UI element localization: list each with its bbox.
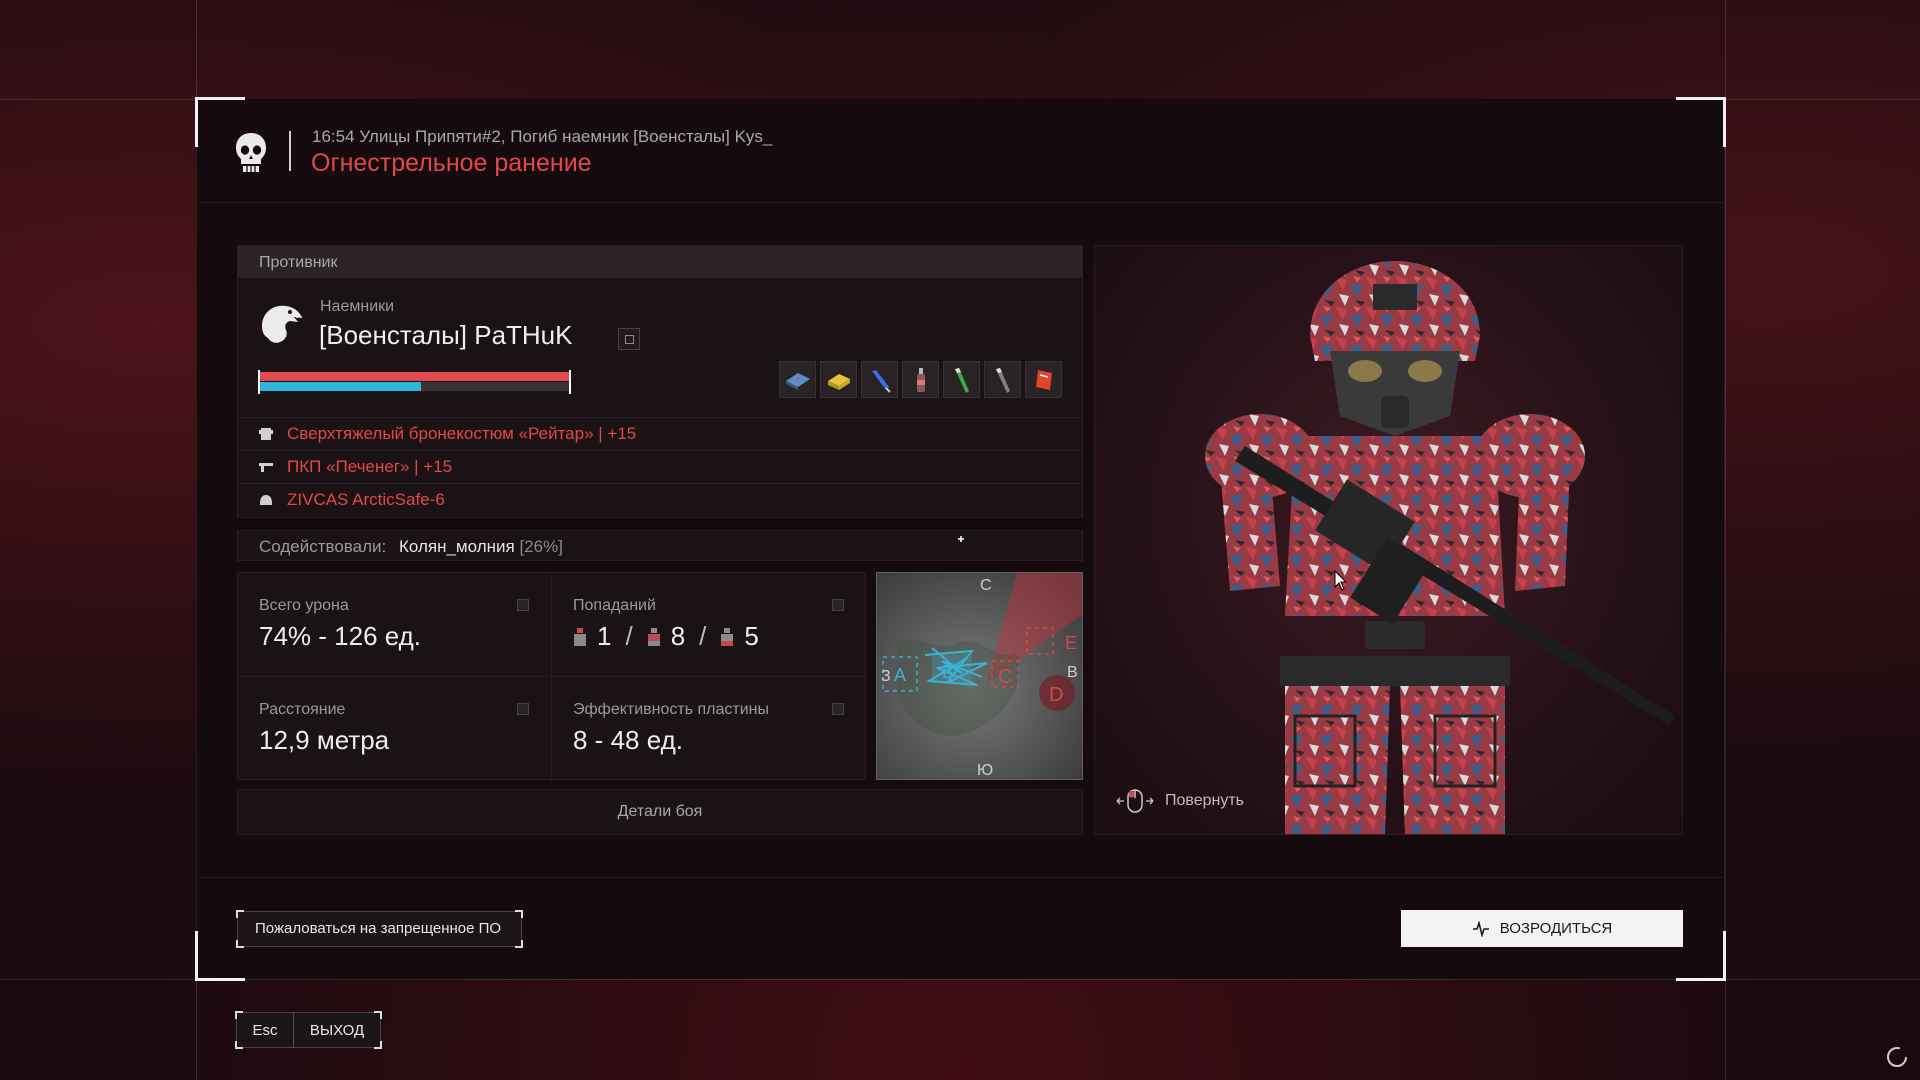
header-divider — [289, 131, 291, 171]
zone-e-label: E — [1065, 633, 1077, 653]
stat-label: Эффективность пластины — [573, 701, 770, 718]
stat-value: 12,9 метра — [259, 725, 390, 755]
compass-east: В — [1067, 664, 1078, 681]
enemy-armor-fill — [259, 382, 421, 391]
minimap-graphic: С Ю З В A B C D E — [877, 573, 1082, 779]
enemy-faction: Наемники — [320, 298, 395, 315]
grey-stim-icon[interactable] — [984, 361, 1021, 398]
exit-button[interactable]: ВЫХОД — [294, 1013, 380, 1047]
frame-corner — [1676, 931, 1726, 981]
hits-breakdown: 1 / 8 / 5 — [573, 621, 845, 652]
enemy-player-name: [Военсталы] PaTHuK — [319, 320, 573, 350]
zone-b-label: B — [942, 662, 954, 682]
zone-d-label: D — [1049, 684, 1063, 706]
stat-distance: Расстояние 12,9 метра — [238, 677, 552, 781]
stat-value: 8 - 48 ед. — [573, 725, 683, 755]
compass-west: З — [881, 668, 891, 685]
bar-marker — [569, 370, 571, 394]
equipment-row: ZIVCAS ArcticSafe-6 — [238, 483, 1082, 516]
background-line — [1725, 0, 1726, 1080]
death-header: 16:54 Улицы Припяти#2, Погиб наемник [Во… — [197, 99, 1724, 203]
stat-total-damage: Всего урона 74% - 126 ед. — [238, 573, 552, 677]
assist-player-name: Колян_молния — [398, 537, 515, 556]
green-stim-icon[interactable] — [943, 361, 980, 398]
minimap[interactable]: С Ю З В A B C D E — [876, 572, 1083, 780]
equipment-armor-text: Сверхтяжелый бронекостюм «Рейтар» | +15 — [287, 424, 637, 443]
respawn-label: ВОЗРОДИТЬСЯ — [1499, 920, 1613, 937]
equipment-row: Сверхтяжелый бронекостюм «Рейтар» | +15 — [238, 417, 1082, 450]
zone-c-label: C — [998, 666, 1012, 688]
rotate-hint: Повернуть — [1115, 788, 1244, 814]
report-cheater-label: Пожаловаться на запрещенное ПО — [255, 920, 502, 937]
zone-a-label: A — [894, 665, 906, 685]
crosshair-dot-icon — [958, 536, 964, 542]
bottle-icon[interactable] — [902, 361, 939, 398]
assist-row: Содействовали: Колян_молния [26%] — [237, 530, 1083, 561]
assist-label: Содействовали: — [259, 537, 387, 556]
compass-north: С — [980, 577, 992, 594]
pulse-icon — [1472, 920, 1489, 937]
red-pack-icon[interactable] — [1025, 361, 1062, 398]
limb-hit-icon — [721, 627, 734, 646]
loading-spinner-icon — [1887, 1047, 1907, 1067]
stats-panel: Всего урона 74% - 126 ед. Попаданий 1 / … — [237, 572, 866, 781]
equipment-helmet-text: ZIVCAS ArcticSafe-6 — [287, 490, 445, 509]
background-line — [0, 979, 1920, 980]
mouse-cursor-icon — [1334, 570, 1348, 591]
stat-hits: Попаданий 1 / 8 / 5 — [552, 573, 866, 677]
stat-label: Всего урона — [259, 597, 349, 614]
battle-details-button[interactable]: Детали боя — [237, 789, 1083, 835]
enemy-armor-bar — [259, 382, 570, 391]
hits-body-count: 8 — [670, 621, 686, 651]
info-icon[interactable] — [832, 599, 844, 611]
equipment-row: ПКП «Печенег» | +15 — [238, 450, 1082, 483]
cheese-icon[interactable] — [820, 361, 857, 398]
copy-name-button[interactable] — [618, 328, 640, 350]
helmet-icon — [260, 495, 272, 505]
report-cheater-button[interactable]: Пожаловаться на запрещенное ПО — [236, 910, 523, 948]
gun-icon — [259, 463, 273, 472]
rotate-hint-label: Повернуть — [1165, 792, 1245, 809]
info-icon[interactable] — [832, 703, 844, 715]
character-preview[interactable]: Повернуть — [1094, 245, 1683, 835]
equipment-weapon-text: ПКП «Печенег» | +15 — [287, 457, 453, 476]
enemy-health-bar — [259, 372, 570, 381]
info-icon[interactable] — [517, 599, 529, 611]
respawn-button[interactable]: ВОЗРОДИТЬСЯ — [1401, 910, 1683, 947]
enemy-panel: Противник Наемники [Военсталы] PaTHuK Св… — [237, 245, 1083, 518]
belt-items — [779, 361, 1062, 398]
soldier-model — [1205, 261, 1675, 834]
esc-key-hint[interactable]: Esc — [237, 1013, 294, 1047]
death-event-line: 16:54 Улицы Припяти#2, Погиб наемник [Во… — [312, 127, 773, 146]
compass-south: Ю — [977, 762, 993, 779]
copy-icon — [624, 334, 634, 344]
medkit-icon[interactable] — [779, 361, 816, 398]
hits-limb-count: 5 — [744, 621, 759, 651]
death-cause: Огнестрельное ранение — [311, 149, 592, 177]
bar-marker — [258, 370, 260, 394]
info-icon[interactable] — [517, 703, 529, 715]
faction-eagle-icon — [262, 305, 303, 343]
syringe-icon[interactable] — [861, 361, 898, 398]
footer-divider — [197, 877, 1724, 878]
mouse-rotate-icon — [1116, 789, 1154, 813]
assist-percent: [26%] — [519, 537, 563, 556]
skull-icon — [236, 133, 266, 172]
exit-control[interactable]: Esc ВЫХОД — [235, 1011, 382, 1049]
stat-value: 74% - 126 ед. — [259, 621, 422, 651]
head-hit-icon — [574, 627, 586, 646]
armor-icon — [259, 428, 273, 440]
body-hit-icon — [647, 627, 660, 646]
stat-label: Расстояние — [259, 701, 346, 718]
enemy-section-title: Противник — [238, 246, 1082, 278]
stat-plate-efficiency: Эффективность пластины 8 - 48 ед. — [552, 677, 866, 781]
hits-head-count: 1 — [597, 621, 612, 651]
stat-label: Попаданий — [573, 597, 656, 614]
